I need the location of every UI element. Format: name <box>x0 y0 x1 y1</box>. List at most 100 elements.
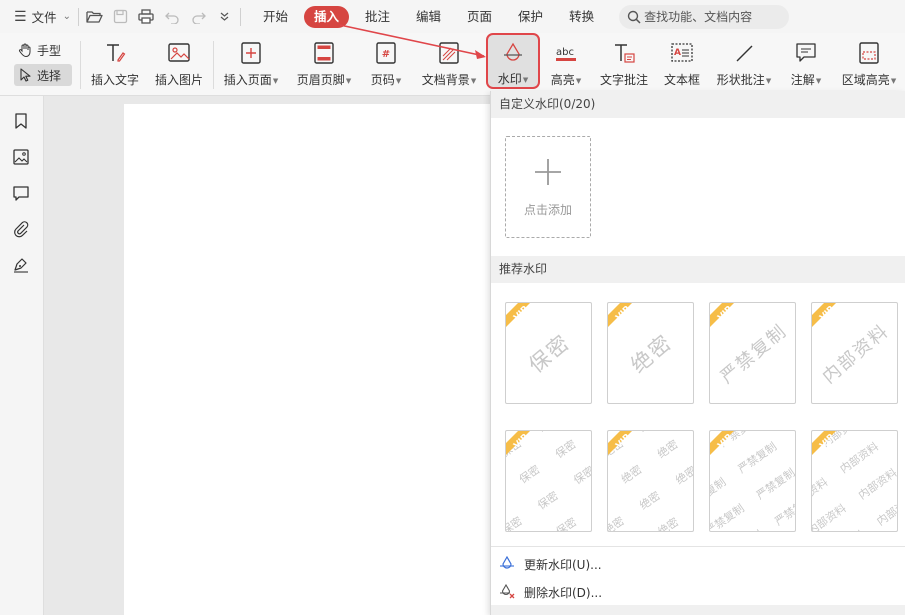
divider <box>77 7 79 26</box>
svg-text:abc: abc <box>556 47 574 58</box>
insert-image-icon <box>166 40 192 66</box>
note-button[interactable]: 注解▼ <box>788 38 824 92</box>
insert-image-button[interactable]: 插入图片 <box>152 38 206 92</box>
update-watermark-button[interactable]: 更新水印(U)... <box>499 552 602 576</box>
plus-icon <box>535 159 561 185</box>
area-highlight-label: 区域高亮▼ <box>841 73 897 87</box>
divider <box>80 41 81 89</box>
delete-watermark-button[interactable]: 删除水印(D)... <box>499 580 602 604</box>
delete-watermark-icon <box>500 584 515 599</box>
tab-protect[interactable]: 保护 <box>508 6 553 28</box>
watermark-dropdown-panel: 自定义水印(0/20) 点击添加 推荐水印 保密 VIP 绝密 VIP 严禁复制… <box>490 91 905 615</box>
select-tool-label: 选择 <box>37 68 62 83</box>
text-annotation-button[interactable]: 文字批注 <box>597 38 651 92</box>
watermark-option-confidential[interactable]: 保密 VIP <box>505 302 592 404</box>
document-page[interactable] <box>124 104 490 615</box>
save-icon[interactable] <box>112 8 129 25</box>
watermark-option-top-secret-tiled[interactable]: 绝密绝密绝密 绝密绝密绝密 绝密绝密绝密 绝密绝密绝密 VIP <box>607 430 694 532</box>
update-watermark-label: 更新水印(U)... <box>524 557 602 572</box>
file-menu-label: 文件 <box>31 10 57 25</box>
watermark-label: 水印▼ <box>497 72 529 86</box>
watermark-option-no-copy-tiled[interactable]: 严禁复制严禁复制 严禁复制严禁复制 严禁复制严禁复制 严禁复制严禁复制 VIP <box>709 430 796 532</box>
document-background-icon <box>436 40 462 66</box>
header-footer-label: 页眉页脚▼ <box>296 73 352 87</box>
hand-tool-button[interactable]: 手型 <box>14 39 72 61</box>
hand-icon <box>18 43 31 57</box>
vip-badge-icon: VIP <box>608 431 632 455</box>
note-label: 注解▼ <box>790 73 822 87</box>
area-highlight-button[interactable]: 区域高亮▼ <box>838 38 900 92</box>
dropdown-arrow-icon: ▼ <box>522 75 529 84</box>
shape-annotation-icon <box>731 40 757 66</box>
highlight-button[interactable]: abc 高亮▼ <box>548 38 584 92</box>
file-menu[interactable]: ☰ 文件 ⌄ <box>14 5 71 29</box>
highlight-icon: abc <box>553 40 579 66</box>
redo-icon[interactable] <box>190 8 207 25</box>
watermark-icon <box>500 40 526 65</box>
more-chevron-icon[interactable] <box>216 8 233 25</box>
watermark-option-internal[interactable]: 内部资料 VIP <box>811 302 898 404</box>
hamburger-icon: ☰ <box>14 8 27 25</box>
watermark-option-internal-tiled[interactable]: 内部资料内部资料 内部资料内部资料 内部资料内部资料 内部资料内部资料 VIP <box>811 430 898 532</box>
svg-text:#: # <box>382 49 390 60</box>
insert-image-label: 插入图片 <box>154 73 203 87</box>
shape-annotation-button[interactable]: 形状批注▼ <box>713 38 775 92</box>
dropdown-arrow-icon: ▼ <box>272 76 279 85</box>
insert-page-button[interactable]: 插入页面▼ <box>222 38 280 92</box>
attachment-icon[interactable] <box>12 220 30 238</box>
quick-access-toolbar <box>86 8 233 25</box>
highlight-label: 高亮▼ <box>550 73 582 87</box>
select-tool-button[interactable]: 选择 <box>14 64 72 86</box>
add-custom-watermark-button[interactable]: 点击添加 <box>505 136 591 238</box>
dropdown-arrow-icon: ▼ <box>395 76 402 85</box>
divider <box>213 41 214 89</box>
page-number-button[interactable]: # 页码▼ <box>368 38 404 92</box>
document-background-button[interactable]: 文档背景▼ <box>418 38 480 92</box>
delete-watermark-label: 删除水印(D)... <box>524 585 603 600</box>
ribbon-toolbar: 手型 选择 插入文字 插入图片 插入页面▼ 页眉页脚▼ # 页码▼ 文档背景▼ … <box>0 33 905 96</box>
image-thumbnail-icon[interactable] <box>12 148 30 166</box>
watermark-option-top-secret[interactable]: 绝密 VIP <box>607 302 694 404</box>
add-watermark-label: 点击添加 <box>523 203 572 217</box>
divider <box>491 546 905 547</box>
bookmark-icon[interactable] <box>12 112 30 130</box>
vip-badge-icon: VIP <box>506 303 530 327</box>
cursor-arrow-icon <box>20 68 31 82</box>
cursor-mode-group: 手型 选择 <box>14 39 72 86</box>
menu-bar: ☰ 文件 ⌄ 开始 插入 批注 编辑 页面 保护 转换 查找功能、文档内容 <box>0 0 905 33</box>
open-folder-icon[interactable] <box>86 8 103 25</box>
watermark-option-no-copy[interactable]: 严禁复制 VIP <box>709 302 796 404</box>
search-box[interactable]: 查找功能、文档内容 <box>619 4 790 29</box>
text-box-button[interactable]: A 文本框 <box>661 38 703 92</box>
vip-badge-icon: VIP <box>812 431 836 455</box>
tab-insert[interactable]: 插入 <box>303 5 349 28</box>
dropdown-arrow-icon: ▼ <box>815 76 822 85</box>
dropdown-arrow-icon: ▼ <box>345 76 352 85</box>
header-footer-button[interactable]: 页眉页脚▼ <box>295 38 353 92</box>
signature-pen-icon[interactable] <box>12 256 30 274</box>
page-number-label: 页码▼ <box>370 73 402 87</box>
document-background-label: 文档背景▼ <box>421 73 477 87</box>
shape-annotation-label: 形状批注▼ <box>716 73 772 87</box>
insert-text-icon <box>102 40 128 66</box>
document-area <box>44 96 490 615</box>
dropdown-arrow-icon: ▼ <box>890 76 897 85</box>
tab-home[interactable]: 开始 <box>253 6 298 28</box>
undo-icon[interactable] <box>164 8 181 25</box>
comment-icon[interactable] <box>12 184 30 202</box>
tab-convert[interactable]: 转换 <box>559 6 604 28</box>
vip-badge-icon: VIP <box>812 303 836 327</box>
vip-badge-icon: VIP <box>506 431 530 455</box>
watermark-button[interactable]: 水印▼ <box>486 33 540 89</box>
search-icon <box>627 10 641 24</box>
tab-edit[interactable]: 编辑 <box>406 6 451 28</box>
watermark-option-confidential-tiled[interactable]: 保密保密保密 保密保密保密 保密保密保密 保密保密保密 VIP <box>505 430 592 532</box>
dropdown-arrow-icon: ▼ <box>575 76 582 85</box>
vip-badge-icon: VIP <box>608 303 632 327</box>
text-annotation-icon <box>611 40 637 66</box>
left-sidebar <box>0 96 44 615</box>
tab-annotate[interactable]: 批注 <box>355 6 400 28</box>
print-icon[interactable] <box>138 8 155 25</box>
insert-text-button[interactable]: 插入文字 <box>88 38 142 92</box>
tab-page[interactable]: 页面 <box>457 6 502 28</box>
